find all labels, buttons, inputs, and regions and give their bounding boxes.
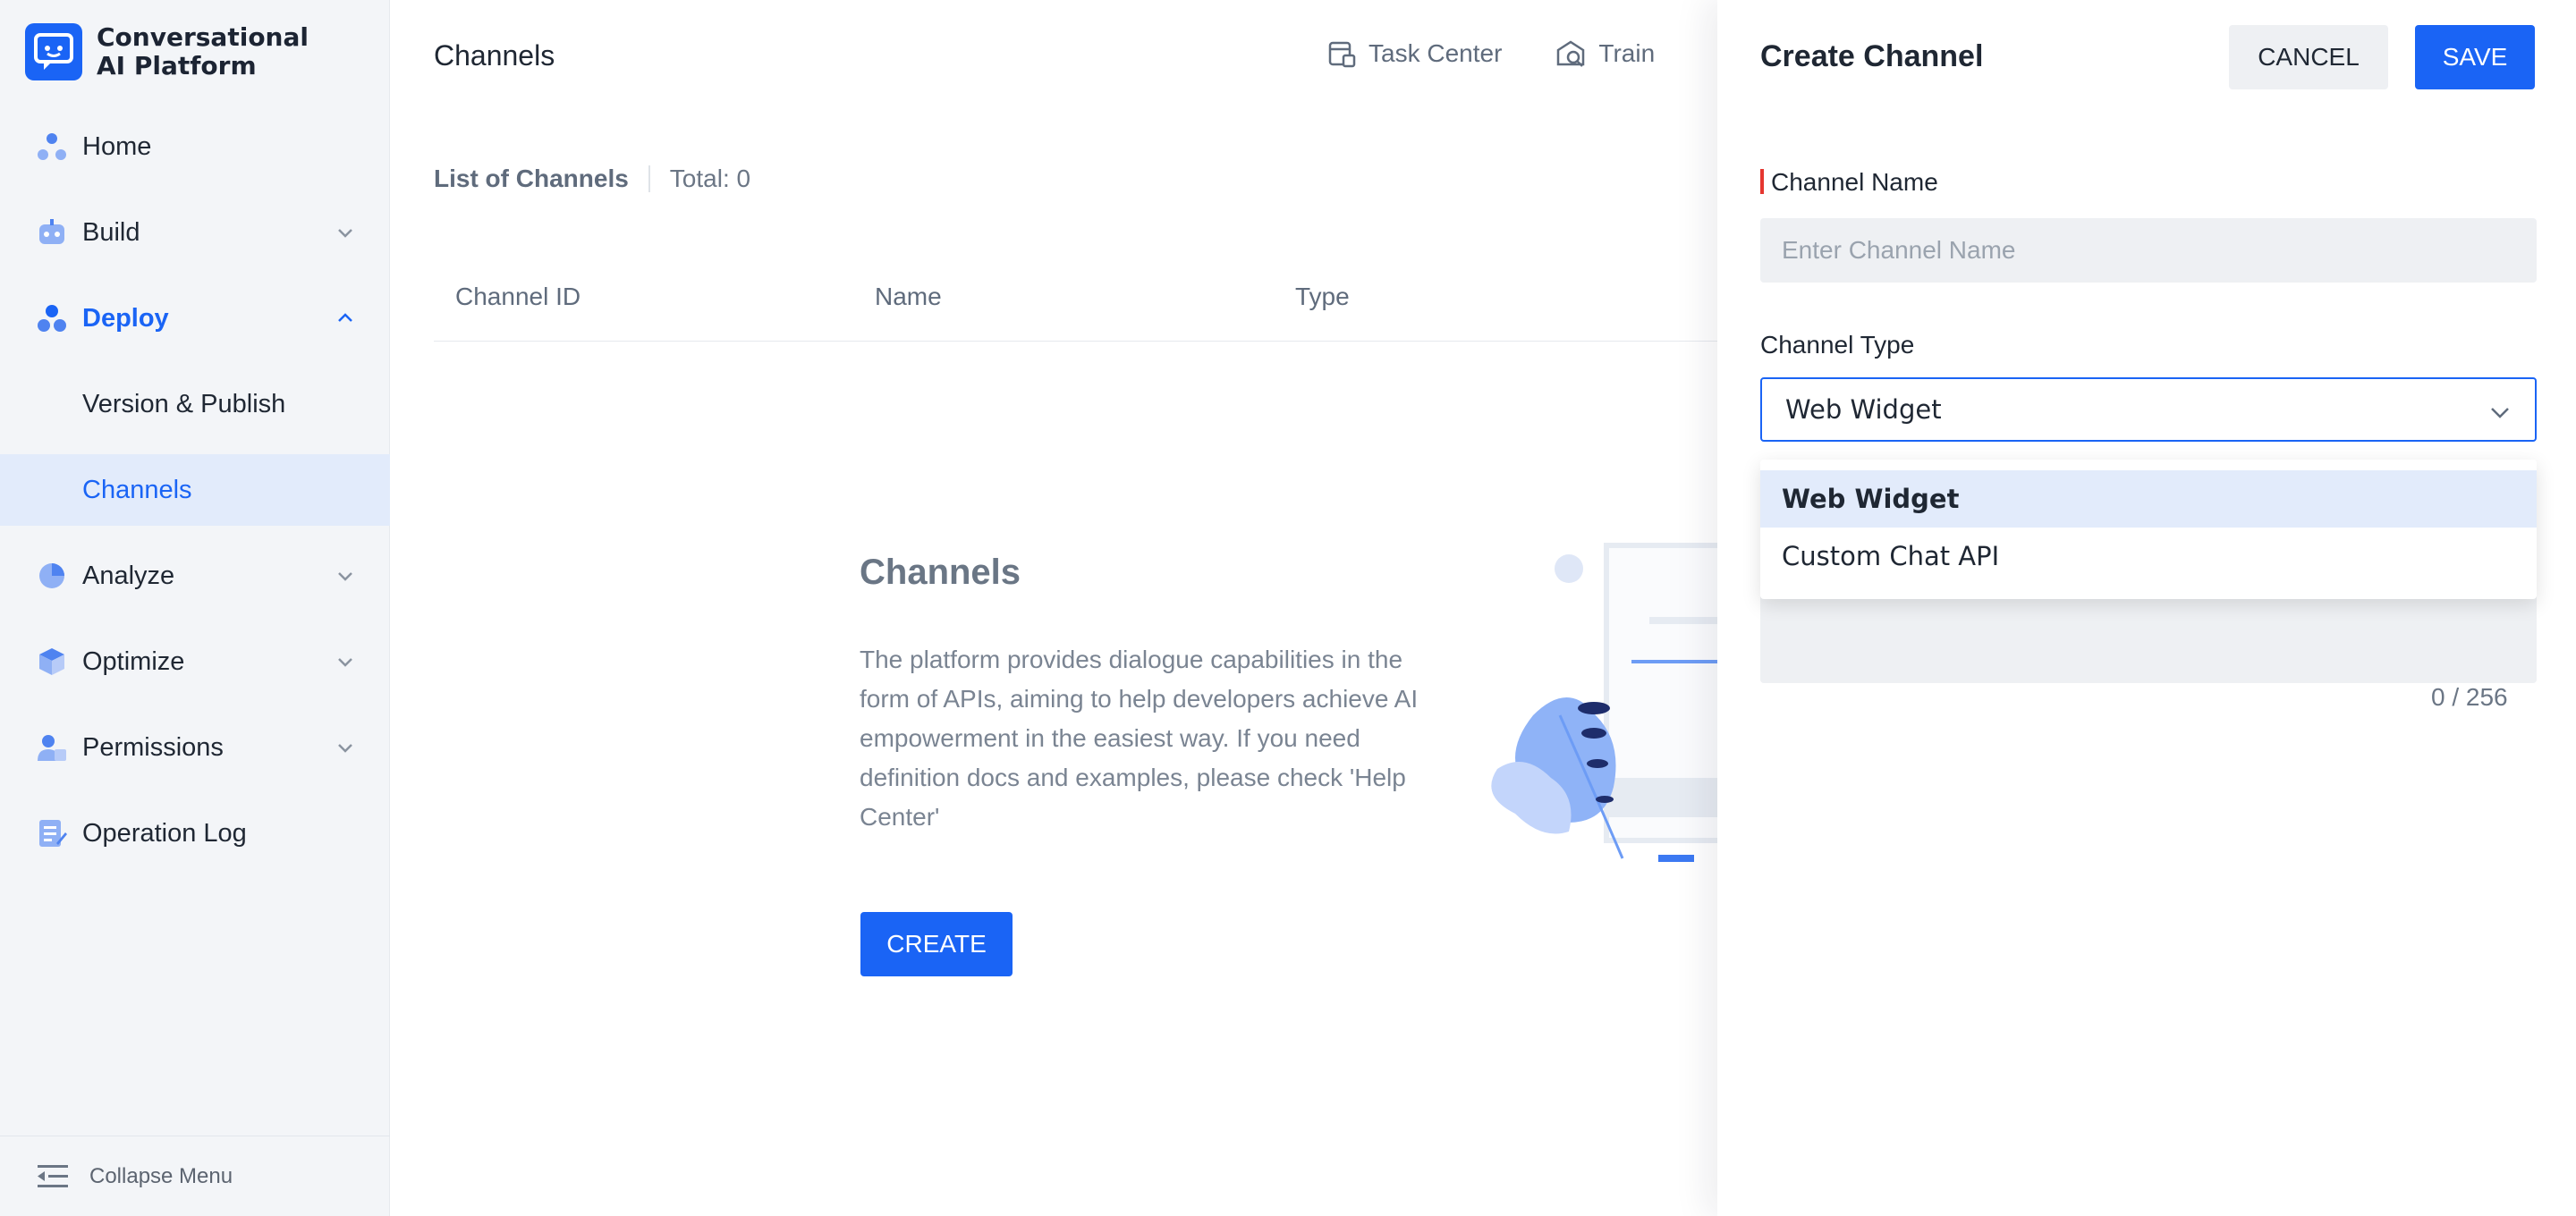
task-center-button[interactable]: Task Center bbox=[1327, 39, 1502, 68]
task-center-label: Task Center bbox=[1368, 39, 1503, 67]
char-counter: 0 / 256 bbox=[2431, 683, 2508, 711]
robot-icon bbox=[36, 216, 68, 249]
sidebar-item-version-publish[interactable]: Version & Publish bbox=[0, 368, 390, 440]
chevron-down-icon bbox=[2491, 408, 2509, 418]
sidebar-item-label: Optimize bbox=[82, 646, 185, 676]
sidebar-item-deploy[interactable]: Deploy bbox=[0, 283, 390, 354]
train-button[interactable]: Train bbox=[1555, 39, 1655, 68]
chevron-down-icon bbox=[338, 658, 352, 667]
brand[interactable]: Conversational AI Platform bbox=[25, 23, 309, 80]
sidebar-item-operation-log[interactable]: Operation Log bbox=[0, 798, 390, 869]
sidebar-item-label: Deploy bbox=[82, 303, 169, 333]
train-label: Train bbox=[1598, 39, 1656, 67]
channel-name-input[interactable] bbox=[1760, 218, 2537, 283]
log-icon bbox=[36, 817, 68, 849]
sidebar-item-label: Operation Log bbox=[82, 818, 247, 848]
cube-icon bbox=[36, 646, 68, 678]
channel-type-value: Web Widget bbox=[1785, 394, 1942, 425]
page-title: Channels bbox=[434, 39, 555, 72]
collapse-menu-button[interactable]: Collapse Menu bbox=[0, 1136, 390, 1216]
sidebar-item-label: Version & Publish bbox=[82, 389, 286, 418]
column-header-channel-id: Channel ID bbox=[455, 283, 581, 310]
collapse-icon bbox=[38, 1164, 68, 1187]
train-icon bbox=[1557, 40, 1585, 67]
sidebar-item-optimize[interactable]: Optimize bbox=[0, 626, 390, 697]
list-title: List of Channels bbox=[434, 165, 629, 192]
sidebar-item-permissions[interactable]: Permissions bbox=[0, 712, 390, 783]
sidebar-item-channels[interactable]: Channels bbox=[0, 454, 390, 526]
sidebar-item-label: Home bbox=[82, 131, 152, 161]
list-header: List of Channels Total: 0 bbox=[434, 165, 750, 193]
sidebar-item-home[interactable]: Home bbox=[0, 111, 390, 182]
sidebar-nav: Home Build Deploy Version & Publish Chan… bbox=[0, 111, 390, 883]
table-header: Channel ID Name Type bbox=[434, 268, 1865, 342]
channel-name-label-text: Channel Name bbox=[1771, 168, 1938, 196]
create-channel-drawer: Create Channel CANCEL SAVE Channel Name … bbox=[1717, 0, 2576, 1216]
empty-state-title: Channels bbox=[860, 553, 1021, 592]
logo-icon bbox=[25, 23, 82, 80]
deploy-icon bbox=[36, 302, 68, 334]
task-center-icon bbox=[1328, 41, 1356, 68]
divider bbox=[648, 165, 650, 192]
sidebar: Conversational AI Platform Home Build De… bbox=[0, 0, 390, 1216]
chevron-down-icon bbox=[338, 572, 352, 581]
column-header-name: Name bbox=[875, 283, 942, 310]
channel-type-select[interactable]: Web Widget bbox=[1760, 377, 2537, 442]
brand-name-line2: AI Platform bbox=[97, 51, 257, 80]
chevron-down-icon bbox=[338, 229, 352, 238]
channel-type-dropdown: Web Widget Custom Chat API bbox=[1760, 460, 2537, 599]
brand-name-line1: Conversational bbox=[97, 22, 309, 52]
sidebar-item-build[interactable]: Build bbox=[0, 197, 390, 268]
chevron-up-icon bbox=[338, 313, 352, 322]
pie-chart-icon bbox=[36, 560, 68, 592]
app-window: Conversational AI Platform Home Build De… bbox=[0, 0, 2576, 1216]
cancel-button[interactable]: CANCEL bbox=[2229, 25, 2388, 89]
sidebar-item-label: Build bbox=[82, 217, 140, 247]
sidebar-item-label: Permissions bbox=[82, 732, 224, 762]
option-custom-chat-api[interactable]: Custom Chat API bbox=[1760, 528, 2537, 585]
create-button[interactable]: CREATE bbox=[860, 912, 1013, 976]
brand-name: Conversational AI Platform bbox=[97, 23, 309, 80]
drawer-title: Create Channel bbox=[1760, 39, 1984, 73]
top-actions: Task Center Train bbox=[1327, 39, 1708, 68]
empty-state-description: The platform provides dialogue capabilit… bbox=[860, 646, 1419, 831]
chevron-down-icon bbox=[338, 744, 352, 753]
channel-type-label: Channel Type bbox=[1760, 331, 1915, 359]
required-indicator bbox=[1760, 169, 1764, 194]
save-button[interactable]: SAVE bbox=[2415, 25, 2535, 89]
list-total: Total: 0 bbox=[669, 165, 751, 192]
users-icon bbox=[36, 731, 68, 764]
home-icon bbox=[36, 131, 68, 163]
collapse-menu-label: Collapse Menu bbox=[89, 1163, 233, 1188]
sidebar-item-analyze[interactable]: Analyze bbox=[0, 540, 390, 612]
sidebar-item-label: Channels bbox=[82, 475, 192, 504]
channel-name-label: Channel Name bbox=[1760, 168, 1938, 197]
option-web-widget[interactable]: Web Widget bbox=[1760, 470, 2537, 528]
sidebar-item-label: Analyze bbox=[82, 561, 175, 590]
column-header-type: Type bbox=[1295, 283, 1350, 310]
